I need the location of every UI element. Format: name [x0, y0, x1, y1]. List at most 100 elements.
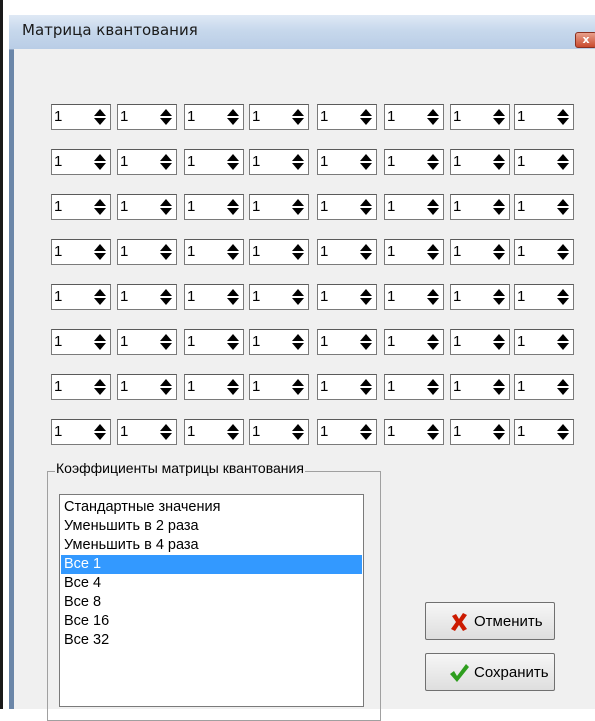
- matrix-cell-value[interactable]: 1: [120, 423, 128, 440]
- matrix-cell-spinbox[interactable]: 1: [117, 104, 177, 130]
- matrix-cell-value[interactable]: 1: [453, 423, 461, 440]
- matrix-cell-spinbox[interactable]: 1: [514, 329, 574, 355]
- matrix-cell-spinbox[interactable]: 1: [249, 419, 309, 445]
- spin-arrows-icon[interactable]: [492, 153, 506, 171]
- matrix-cell-spinbox[interactable]: 1: [249, 104, 309, 130]
- matrix-cell-spinbox[interactable]: 1: [317, 284, 377, 310]
- matrix-cell-value[interactable]: 1: [54, 243, 62, 260]
- matrix-cell-spinbox[interactable]: 1: [450, 239, 510, 265]
- coefficients-list-item[interactable]: Уменьшить в 2 раза: [61, 517, 362, 536]
- matrix-cell-value[interactable]: 1: [517, 333, 525, 350]
- matrix-cell-spinbox[interactable]: 1: [317, 194, 377, 220]
- matrix-cell-spinbox[interactable]: 1: [450, 104, 510, 130]
- spin-arrows-icon[interactable]: [159, 153, 173, 171]
- spin-arrows-icon[interactable]: [556, 288, 570, 306]
- matrix-cell-value[interactable]: 1: [120, 333, 128, 350]
- matrix-cell-spinbox[interactable]: 1: [184, 329, 244, 355]
- spin-arrows-icon[interactable]: [291, 288, 305, 306]
- spin-arrows-icon[interactable]: [291, 153, 305, 171]
- matrix-cell-value[interactable]: 1: [387, 288, 395, 305]
- matrix-cell-spinbox[interactable]: 1: [384, 284, 444, 310]
- matrix-cell-value[interactable]: 1: [54, 378, 62, 395]
- matrix-cell-value[interactable]: 1: [517, 153, 525, 170]
- spin-arrows-icon[interactable]: [226, 153, 240, 171]
- matrix-cell-spinbox[interactable]: 1: [184, 194, 244, 220]
- spin-arrows-icon[interactable]: [359, 243, 373, 261]
- matrix-cell-value[interactable]: 1: [320, 423, 328, 440]
- matrix-cell-value[interactable]: 1: [517, 288, 525, 305]
- matrix-cell-value[interactable]: 1: [187, 108, 195, 125]
- spin-arrows-icon[interactable]: [556, 423, 570, 441]
- matrix-cell-spinbox[interactable]: 1: [450, 374, 510, 400]
- spin-arrows-icon[interactable]: [159, 288, 173, 306]
- spin-arrows-icon[interactable]: [93, 378, 107, 396]
- matrix-cell-spinbox[interactable]: 1: [317, 374, 377, 400]
- matrix-cell-spinbox[interactable]: 1: [450, 419, 510, 445]
- spin-arrows-icon[interactable]: [359, 288, 373, 306]
- matrix-cell-spinbox[interactable]: 1: [249, 194, 309, 220]
- matrix-cell-spinbox[interactable]: 1: [450, 284, 510, 310]
- spin-arrows-icon[interactable]: [226, 108, 240, 126]
- spin-arrows-icon[interactable]: [426, 243, 440, 261]
- matrix-cell-value[interactable]: 1: [54, 108, 62, 125]
- close-button[interactable]: x: [575, 32, 595, 48]
- cancel-button[interactable]: Отменить: [425, 602, 555, 640]
- matrix-cell-value[interactable]: 1: [453, 108, 461, 125]
- matrix-cell-spinbox[interactable]: 1: [317, 104, 377, 130]
- spin-arrows-icon[interactable]: [492, 243, 506, 261]
- matrix-cell-value[interactable]: 1: [453, 153, 461, 170]
- matrix-cell-spinbox[interactable]: 1: [184, 149, 244, 175]
- spin-arrows-icon[interactable]: [159, 198, 173, 216]
- matrix-cell-value[interactable]: 1: [54, 198, 62, 215]
- matrix-cell-spinbox[interactable]: 1: [51, 419, 111, 445]
- matrix-cell-spinbox[interactable]: 1: [117, 419, 177, 445]
- matrix-cell-spinbox[interactable]: 1: [317, 329, 377, 355]
- spin-arrows-icon[interactable]: [556, 198, 570, 216]
- spin-arrows-icon[interactable]: [159, 108, 173, 126]
- matrix-cell-value[interactable]: 1: [187, 288, 195, 305]
- matrix-cell-value[interactable]: 1: [517, 108, 525, 125]
- matrix-cell-value[interactable]: 1: [453, 288, 461, 305]
- spin-arrows-icon[interactable]: [492, 198, 506, 216]
- matrix-cell-value[interactable]: 1: [252, 288, 260, 305]
- matrix-cell-spinbox[interactable]: 1: [514, 284, 574, 310]
- matrix-cell-value[interactable]: 1: [187, 153, 195, 170]
- matrix-cell-spinbox[interactable]: 1: [514, 239, 574, 265]
- spin-arrows-icon[interactable]: [291, 243, 305, 261]
- coefficients-listbox[interactable]: Стандартные значения Уменьшить в 2 раза Ум…: [59, 494, 364, 707]
- spin-arrows-icon[interactable]: [93, 153, 107, 171]
- matrix-cell-spinbox[interactable]: 1: [117, 284, 177, 310]
- spin-arrows-icon[interactable]: [426, 108, 440, 126]
- matrix-cell-spinbox[interactable]: 1: [51, 149, 111, 175]
- matrix-cell-spinbox[interactable]: 1: [51, 194, 111, 220]
- matrix-cell-value[interactable]: 1: [453, 333, 461, 350]
- spin-arrows-icon[interactable]: [556, 153, 570, 171]
- spin-arrows-icon[interactable]: [226, 288, 240, 306]
- spin-arrows-icon[interactable]: [159, 378, 173, 396]
- matrix-cell-spinbox[interactable]: 1: [384, 329, 444, 355]
- matrix-cell-value[interactable]: 1: [54, 153, 62, 170]
- spin-arrows-icon[interactable]: [426, 423, 440, 441]
- matrix-cell-spinbox[interactable]: 1: [317, 419, 377, 445]
- coefficients-list-item[interactable]: Уменьшить в 4 раза: [61, 536, 362, 555]
- matrix-cell-value[interactable]: 1: [387, 198, 395, 215]
- matrix-cell-value[interactable]: 1: [320, 288, 328, 305]
- spin-arrows-icon[interactable]: [159, 243, 173, 261]
- matrix-cell-value[interactable]: 1: [453, 378, 461, 395]
- matrix-cell-value[interactable]: 1: [320, 153, 328, 170]
- spin-arrows-icon[interactable]: [159, 423, 173, 441]
- spin-arrows-icon[interactable]: [492, 378, 506, 396]
- spin-arrows-icon[interactable]: [226, 198, 240, 216]
- spin-arrows-icon[interactable]: [492, 423, 506, 441]
- matrix-cell-spinbox[interactable]: 1: [317, 239, 377, 265]
- matrix-cell-spinbox[interactable]: 1: [117, 329, 177, 355]
- matrix-cell-value[interactable]: 1: [453, 243, 461, 260]
- matrix-cell-spinbox[interactable]: 1: [514, 194, 574, 220]
- spin-arrows-icon[interactable]: [226, 378, 240, 396]
- matrix-cell-spinbox[interactable]: 1: [117, 194, 177, 220]
- matrix-cell-spinbox[interactable]: 1: [450, 329, 510, 355]
- matrix-cell-spinbox[interactable]: 1: [249, 374, 309, 400]
- matrix-cell-spinbox[interactable]: 1: [384, 374, 444, 400]
- matrix-cell-spinbox[interactable]: 1: [384, 194, 444, 220]
- matrix-cell-value[interactable]: 1: [187, 198, 195, 215]
